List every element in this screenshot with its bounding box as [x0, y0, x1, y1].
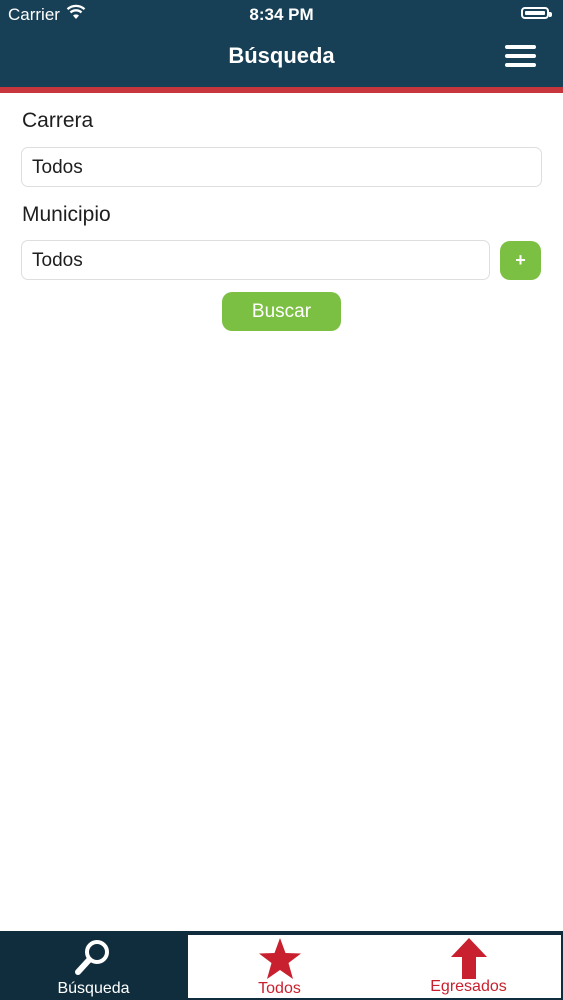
- tab-egresados-label: Egresados: [430, 978, 507, 995]
- hamburger-menu-icon[interactable]: [505, 45, 536, 67]
- tab-bar: Búsqueda Todos Egresados: [0, 931, 563, 1000]
- tab-todos[interactable]: Todos: [188, 935, 371, 998]
- arrow-up-icon: [450, 938, 487, 979]
- carrera-select[interactable]: Todos: [21, 147, 542, 187]
- status-bar: Carrier 8:34 PM: [0, 0, 563, 30]
- star-icon: [258, 938, 301, 979]
- battery-icon: [521, 7, 552, 19]
- header-accent-border: [0, 87, 563, 93]
- tab-bar-inactive-area: Todos Egresados: [188, 935, 561, 998]
- magnifier-icon: [74, 940, 109, 975]
- municipio-label: Municipio: [22, 203, 111, 226]
- tab-busqueda-label: Búsqueda: [57, 980, 130, 997]
- tab-todos-label: Todos: [258, 980, 301, 997]
- add-municipio-button[interactable]: +: [500, 241, 541, 280]
- tab-egresados[interactable]: Egresados: [376, 935, 561, 998]
- status-time: 8:34 PM: [249, 5, 314, 24]
- page-title: Búsqueda: [228, 43, 335, 68]
- carrera-label: Carrera: [22, 109, 94, 132]
- tab-busqueda[interactable]: Búsqueda: [0, 931, 187, 1000]
- municipio-select[interactable]: Todos: [21, 240, 490, 280]
- search-button[interactable]: Buscar: [222, 292, 341, 331]
